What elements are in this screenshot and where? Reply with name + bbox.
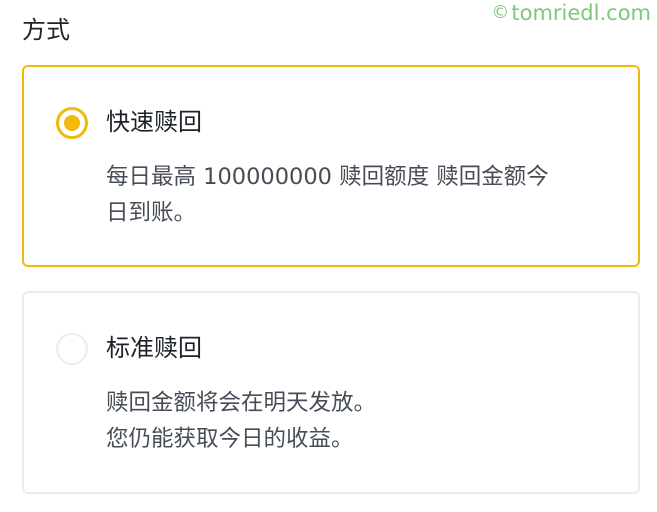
watermark-text: tomriedl.com: [511, 1, 651, 25]
radio-button-selected[interactable]: [56, 107, 88, 139]
option-description-line: 您仍能获取今日的收益。: [106, 426, 354, 452]
option-description: 赎回金额将会在明天发放。 您仍能获取今日的收益。: [106, 385, 616, 457]
option-title: 快速赎回: [106, 108, 202, 136]
copyright-icon: ©: [491, 2, 510, 23]
option-description-line: 赎回金额将会在明天发放。: [106, 390, 377, 416]
option-description-line: 每日最高 100000000 赎回额度 赎回金额今: [106, 164, 549, 190]
option-description: 每日最高 100000000 赎回额度 赎回金额今 日到账。: [106, 159, 616, 231]
radio-dot-icon: [64, 115, 80, 131]
option-card-fast-redemption[interactable]: 快速赎回 每日最高 100000000 赎回额度 赎回金额今 日到账。: [22, 65, 640, 267]
option-description-line: 日到账。: [106, 200, 197, 226]
option-title: 标准赎回: [106, 334, 202, 362]
section-title: 方式: [22, 16, 70, 44]
watermark: © tomriedl.com: [491, 0, 651, 26]
option-card-standard-redemption[interactable]: 标准赎回 赎回金额将会在明天发放。 您仍能获取今日的收益。: [22, 291, 640, 494]
radio-button-unselected[interactable]: [56, 333, 88, 365]
